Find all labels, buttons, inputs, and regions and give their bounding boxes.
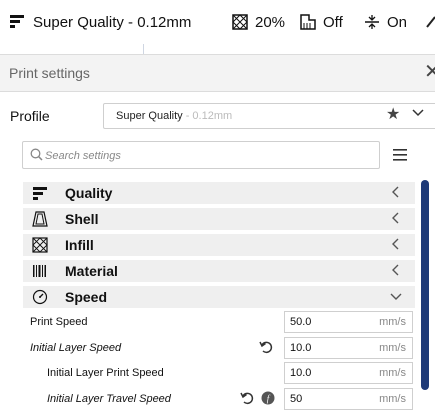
category-label: Shell bbox=[65, 211, 99, 227]
settings-visibility-menu-icon[interactable] bbox=[393, 148, 407, 166]
initial-layer-travel-speed-input[interactable]: 50 mm/s bbox=[284, 388, 413, 410]
support-summary-label: Off bbox=[323, 13, 343, 31]
divider bbox=[143, 44, 144, 54]
adhesion-summary[interactable]: On bbox=[364, 0, 407, 44]
setting-label: Initial Layer Print Speed bbox=[47, 367, 164, 379]
category-shell[interactable]: Shell bbox=[23, 208, 415, 230]
initial-layer-speed-input[interactable]: 10.0 mm/s bbox=[284, 337, 413, 359]
chevron-down-icon[interactable] bbox=[411, 105, 425, 124]
search-icon bbox=[30, 148, 43, 166]
adhesion-summary-label: On bbox=[387, 13, 408, 31]
chevron-left-icon bbox=[391, 263, 401, 282]
search-settings[interactable]: Search settings bbox=[22, 141, 380, 169]
function-icon[interactable]: f bbox=[261, 391, 275, 410]
setting-value: 50.0 bbox=[290, 316, 312, 328]
infill-summary-label: 20% bbox=[255, 13, 286, 31]
setting-unit: mm/s bbox=[379, 316, 406, 328]
category-label: Quality bbox=[65, 185, 113, 201]
speed-icon bbox=[31, 288, 49, 306]
category-label: Material bbox=[65, 263, 118, 279]
setting-value: 10.0 bbox=[290, 342, 312, 354]
category-infill[interactable]: Infill bbox=[23, 234, 415, 256]
adhesion-icon bbox=[364, 14, 380, 30]
setting-row-initial-layer-speed: Initial Layer Speed 10.0 mm/s bbox=[0, 337, 418, 361]
setting-value: 50 bbox=[290, 393, 303, 405]
setting-unit: mm/s bbox=[379, 393, 406, 405]
setting-label: Initial Layer Speed bbox=[30, 342, 122, 354]
profile-name: Super Quality - 0.12mm bbox=[116, 110, 232, 122]
close-icon[interactable]: ✕ bbox=[424, 61, 435, 83]
quality-profile-icon bbox=[10, 14, 26, 30]
category-label: Infill bbox=[65, 237, 94, 253]
infill-icon bbox=[31, 236, 49, 254]
category-label: Speed bbox=[65, 289, 108, 305]
profile-name-variant: - 0.12mm bbox=[182, 110, 233, 122]
search-placeholder: Search settings bbox=[45, 150, 121, 162]
setting-unit: mm/s bbox=[379, 342, 406, 354]
material-icon bbox=[31, 262, 49, 280]
chevron-left-icon bbox=[391, 185, 401, 204]
category-speed[interactable]: Speed bbox=[23, 286, 415, 308]
quality-icon bbox=[31, 184, 49, 202]
chevron-down-icon bbox=[389, 289, 403, 308]
setting-value: 10.0 bbox=[290, 367, 312, 379]
profile-name-main: Super Quality bbox=[116, 110, 183, 122]
panel-title: Print settings bbox=[9, 65, 90, 81]
setting-label: Initial Layer Travel Speed bbox=[47, 393, 171, 405]
setting-unit: mm/s bbox=[379, 367, 406, 379]
support-summary[interactable]: Off bbox=[300, 0, 343, 44]
setting-row-initial-layer-print-speed: Initial Layer Print Speed 10.0 mm/s bbox=[0, 362, 418, 386]
print-setup-bar[interactable]: Super Quality - 0.12mm 20% Off On bbox=[0, 0, 435, 54]
infill-icon bbox=[232, 14, 248, 30]
initial-layer-print-speed-input[interactable]: 10.0 mm/s bbox=[284, 362, 413, 384]
profile-summary[interactable]: Super Quality - 0.12mm bbox=[10, 0, 191, 44]
edit-icon[interactable] bbox=[425, 0, 435, 44]
print-settings-header: Print settings ✕ bbox=[0, 54, 435, 92]
setting-label: Print Speed bbox=[30, 316, 88, 328]
category-quality[interactable]: Quality bbox=[23, 182, 415, 204]
support-icon bbox=[300, 14, 316, 30]
chevron-left-icon bbox=[391, 237, 401, 256]
profile-summary-label: Super Quality - 0.12mm bbox=[33, 13, 192, 31]
infill-summary[interactable]: 20% bbox=[232, 0, 285, 44]
reset-icon[interactable] bbox=[240, 391, 254, 410]
star-icon[interactable]: ★ bbox=[386, 104, 400, 124]
setting-row-initial-layer-travel-speed: Initial Layer Travel Speed f 50 mm/s bbox=[0, 388, 418, 412]
setting-row-print-speed: Print Speed 50.0 mm/s bbox=[0, 311, 418, 335]
category-material[interactable]: Material bbox=[23, 260, 415, 282]
shell-icon bbox=[31, 210, 49, 228]
profile-label: Profile bbox=[10, 108, 50, 124]
settings-scrollbar[interactable] bbox=[421, 180, 429, 390]
print-speed-input[interactable]: 50.0 mm/s bbox=[284, 311, 413, 333]
reset-icon[interactable] bbox=[259, 340, 273, 359]
chevron-left-icon bbox=[391, 211, 401, 230]
